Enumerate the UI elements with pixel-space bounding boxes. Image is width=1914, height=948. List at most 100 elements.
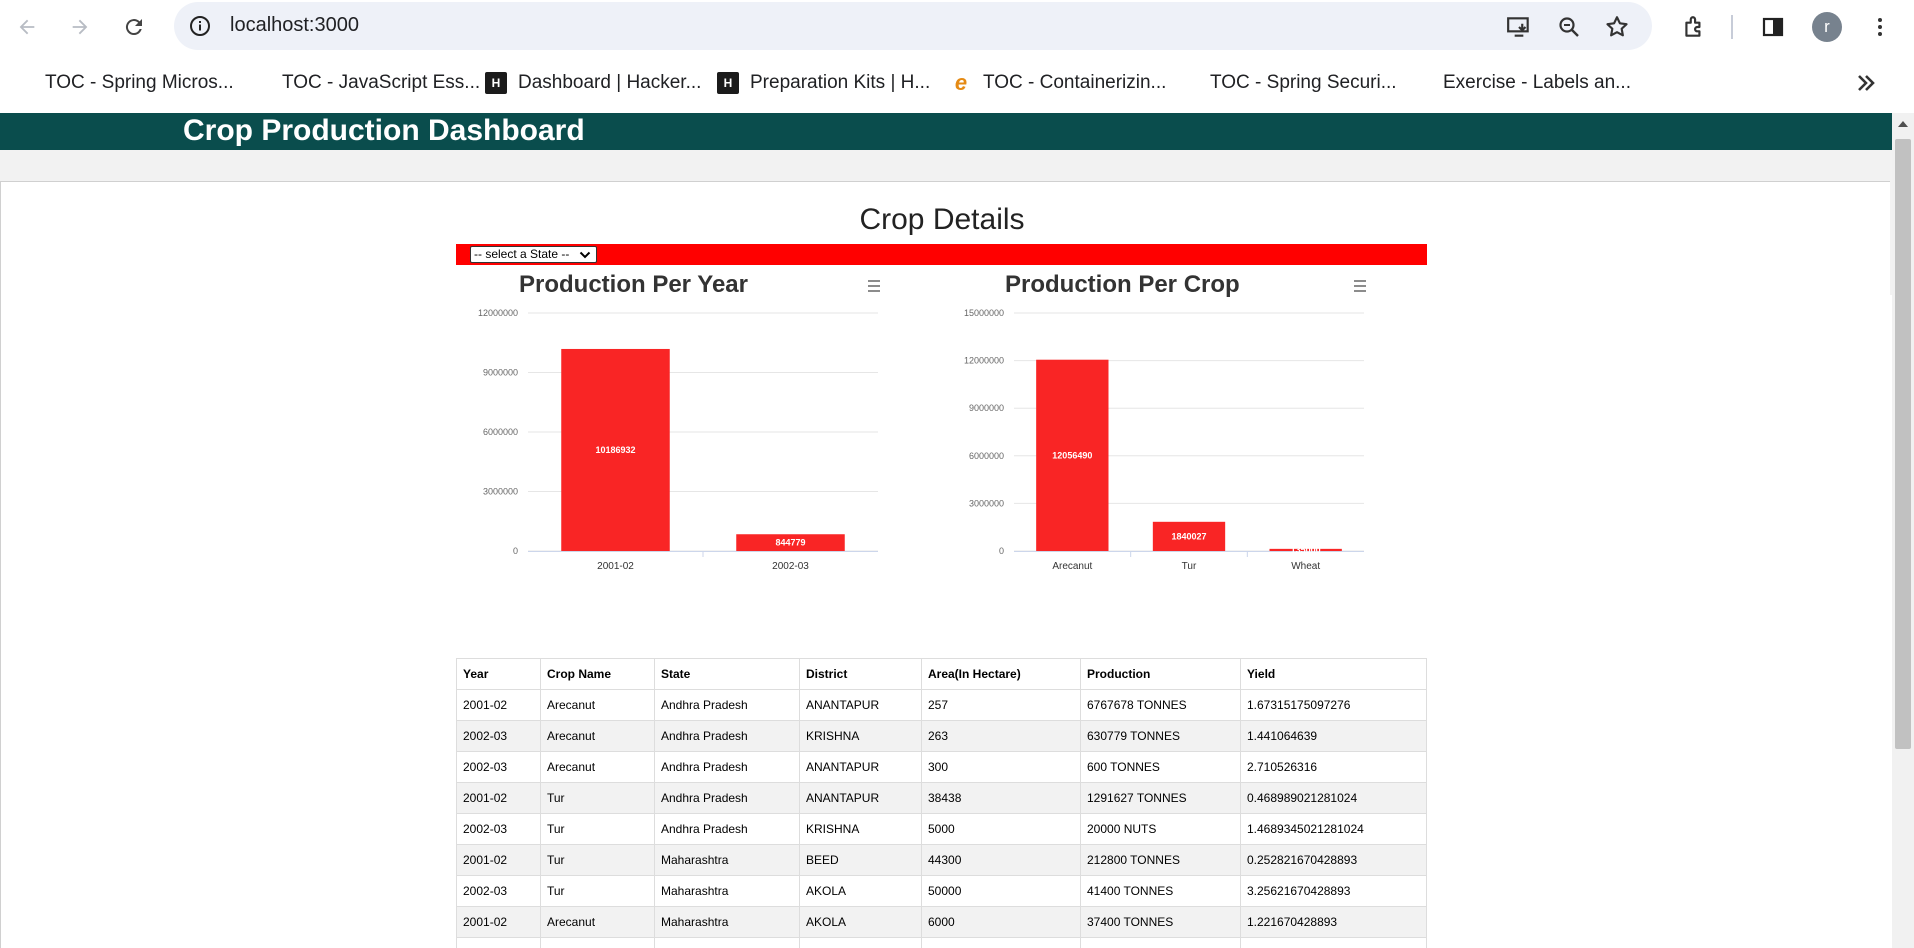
address-bar[interactable]: localhost:3000 (174, 2, 1652, 50)
data-label: 1840027 (1171, 531, 1206, 541)
table-cell: Andhra Pradesh (654, 751, 800, 783)
production-per-crop-chart: Production Per Crop 0 3000000 6000000 90000… (942, 271, 1392, 651)
state-select-value: -- select a State -- (474, 247, 570, 261)
table-row: 2001-02 Arecanut Andhra Pradesh ANANTAPUR 25… (456, 689, 1427, 721)
y-tick-label: 0 (999, 546, 1004, 556)
table-cell: Tur (540, 875, 655, 907)
table-row: 2002-03 Tur Maharashtra AKOLA 50000 41400 TON… (456, 875, 1427, 907)
table-cell: 3.25621670428893 (1240, 875, 1427, 907)
table-cell: Andhra Pradesh (654, 782, 800, 814)
table-cell: BEED (799, 844, 922, 876)
y-tick-label: 6000000 (969, 451, 1004, 461)
column-header: Crop Name (540, 658, 655, 690)
table-row: 2001-02 Tur Andhra Pradesh ANANTAPUR 38438 12… (456, 782, 1427, 814)
bookmark-star-icon[interactable] (1603, 13, 1631, 41)
state-select[interactable]: -- select a State -- (470, 246, 597, 263)
column-header: Year (456, 658, 541, 690)
bookmark-item[interactable]: TOC - JavaScript Ess... (282, 70, 480, 96)
browser-toolbar: localhost:3000 r (0, 0, 1914, 53)
site-info-icon[interactable] (188, 14, 212, 38)
column-header: Area(In Hectare) (921, 658, 1081, 690)
y-tick-label: 9000000 (969, 403, 1004, 413)
double-chevron-right-icon (1858, 75, 1875, 91)
reload-button[interactable] (118, 11, 150, 43)
table-cell: Maharashtra (654, 906, 800, 938)
profile-avatar[interactable]: r (1812, 12, 1842, 42)
filter-bar: -- select a State -- (456, 244, 1427, 265)
table-cell: 2001-02 (456, 906, 541, 938)
table-cell: 600 TONNES (1080, 751, 1241, 783)
table-cell: AKOLA (799, 875, 922, 907)
table-header-row: Year Crop Name State District Area(In He… (456, 658, 1427, 690)
toolbar-separator (1731, 15, 1733, 39)
bookmark-item[interactable]: H Preparation Kits | H... (717, 70, 930, 96)
section-title: Crop Details (859, 203, 1025, 236)
bookmark-label: Preparation Kits | H... (750, 72, 931, 93)
table-cell: ANANTAPUR (799, 782, 922, 814)
table-cell (1240, 937, 1427, 948)
table-cell: 1.221670428893 (1240, 906, 1427, 938)
table-cell: 1.4689345021281024 (1240, 813, 1427, 845)
table-cell: 41400 TONNES (1080, 875, 1241, 907)
chart-plot: 0 3000000 6000000 9000000 12000000 15000000 12… (964, 308, 1364, 572)
table-cell (654, 937, 800, 948)
side-panel-icon[interactable] (1759, 13, 1787, 41)
table-cell: 300 (921, 751, 1081, 783)
bookmark-label: TOC - Spring Micros... (45, 72, 234, 93)
data-label: 10186932 (595, 445, 635, 455)
table-cell (540, 937, 655, 948)
scroll-up-icon[interactable] (1898, 121, 1908, 127)
chevron-down-icon (579, 251, 591, 259)
bookmark-item[interactable]: H Dashboard | Hacker... (485, 70, 701, 96)
x-tick-label: Tur (1182, 561, 1197, 572)
table-cell: Tur (540, 813, 655, 845)
table-body: 2001-02 Arecanut Andhra Pradesh ANANTAPUR 25… (456, 689, 1427, 948)
table-row: 2001-02 Arecanut Maharashtra AKOLA 6000 37400… (456, 906, 1427, 938)
column-header: State (654, 658, 800, 690)
y-tick-label: 6000000 (483, 427, 518, 437)
forward-button[interactable] (64, 11, 96, 43)
table-cell: AKOLA (799, 906, 922, 938)
bookmark-item[interactable]: TOC - Spring Micros... (45, 70, 234, 96)
table-cell: 2001-02 (456, 689, 541, 721)
bookmark-item[interactable]: Exercise - Labels an... (1443, 70, 1631, 96)
scrollbar-thumb[interactable] (1895, 139, 1911, 749)
x-tick-label: Arecanut (1052, 561, 1092, 572)
table-cell: 2001-02 (456, 782, 541, 814)
y-tick-label: 12000000 (478, 308, 518, 318)
x-tick-label: Wheat (1291, 561, 1320, 572)
x-tick-label: 2002-03 (772, 561, 809, 572)
x-tick-label: 2001-02 (597, 561, 634, 572)
table-cell (799, 937, 922, 948)
crop-table: Year Crop Name State District Area(In He… (456, 658, 1427, 948)
bookmark-label: Exercise - Labels an... (1443, 72, 1631, 93)
y-tick-label: 15000000 (964, 308, 1004, 318)
arrow-left-icon (19, 19, 35, 35)
table-cell: 212800 TONNES (1080, 844, 1241, 876)
table-cell: 37400 TONNES (1080, 906, 1241, 938)
data-label: 135000 (1291, 545, 1321, 555)
bookmark-item[interactable]: TOC - Spring Securi... (1210, 70, 1397, 96)
column-header: Production (1080, 658, 1241, 690)
table-cell: 38438 (921, 782, 1081, 814)
table-cell: 2002-03 (456, 751, 541, 783)
table-cell: ANANTAPUR (799, 751, 922, 783)
table-cell: Tur (540, 782, 655, 814)
extensions-icon[interactable] (1680, 13, 1708, 41)
back-button[interactable] (11, 11, 43, 43)
table-row: 2002-03 Arecanut Andhra Pradesh KRISHNA 263 6… (456, 720, 1427, 752)
bookmark-label: Dashboard | Hacker... (518, 72, 702, 93)
bookmark-item[interactable]: e TOC - Containerizin... (950, 70, 1167, 96)
table-cell: 0.252821670428893 (1240, 844, 1427, 876)
production-per-year-chart: Production Per Year 0 3000000 6000000 90000… (456, 271, 906, 651)
e-learning-icon: e (954, 70, 968, 95)
browser-menu-icon[interactable] (1866, 13, 1894, 41)
page-scrollbar[interactable] (1892, 113, 1914, 948)
bookmarks-overflow-button[interactable] (1852, 69, 1880, 97)
install-app-icon[interactable] (1505, 13, 1533, 41)
data-label: 12056490 (1052, 450, 1092, 460)
table-cell: 1.441064639 (1240, 720, 1427, 752)
table-cell (1080, 937, 1241, 948)
zoom-icon[interactable] (1555, 13, 1583, 41)
table-cell: ANANTAPUR (799, 689, 922, 721)
